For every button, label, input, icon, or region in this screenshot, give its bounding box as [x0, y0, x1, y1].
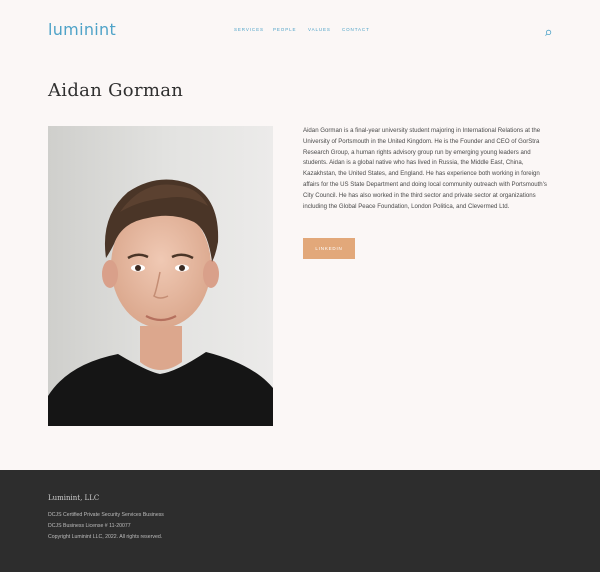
site-logo[interactable]: luminint	[48, 20, 116, 39]
footer-line: DCJS Certified Private Security Services…	[48, 512, 164, 518]
footer-line: DCJS Business License # 11-20077	[48, 523, 131, 529]
site-header: luminint SERVICES PEOPLE VALUES CONTACT	[0, 0, 600, 60]
footer-line: Copyright Luminint LLC, 2022. All rights…	[48, 534, 163, 540]
linkedin-button[interactable]: LINKEDIN	[303, 238, 355, 259]
page-title: Aidan Gorman	[48, 80, 184, 101]
bio-text: Aidan Gorman is a final-year university …	[303, 127, 547, 210]
nav-people[interactable]: PEOPLE	[273, 27, 296, 32]
site-footer: Luminint, LLC DCJS Certified Private Sec…	[0, 470, 600, 572]
nav-contact[interactable]: CONTACT	[342, 27, 370, 32]
footer-brand: Luminint, LLC	[48, 494, 100, 502]
nav-services[interactable]: SERVICES	[234, 27, 264, 32]
profile-photo	[48, 126, 273, 426]
nav-values[interactable]: VALUES	[308, 27, 331, 32]
search-icon[interactable]	[543, 25, 553, 36]
